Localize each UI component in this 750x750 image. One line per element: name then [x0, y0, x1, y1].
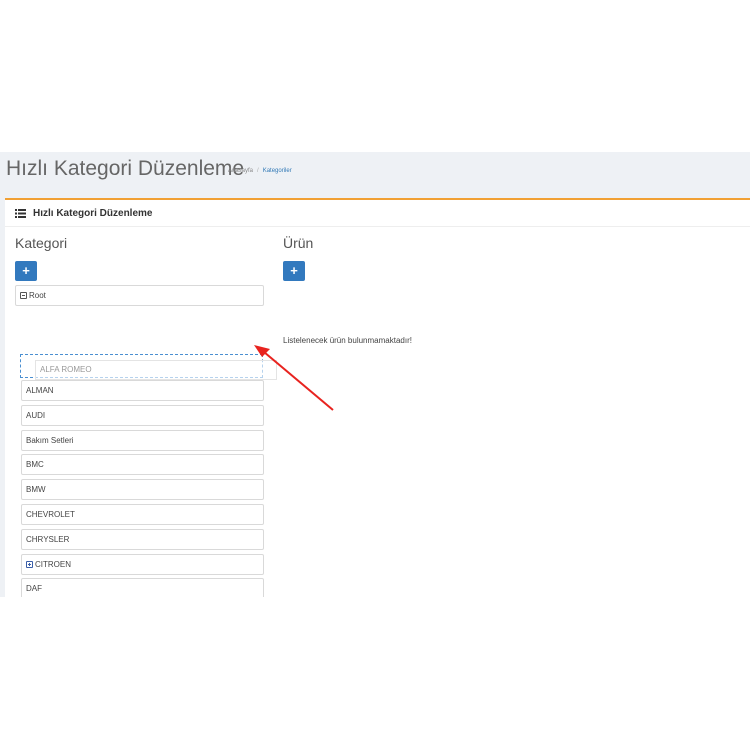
add-product-button[interactable]: +	[283, 261, 305, 281]
category-list-item[interactable]: Bakım Setleri	[21, 429, 264, 451]
breadcrumb-separator: /	[257, 168, 259, 174]
portlet-header: Hızlı Kategori Düzenleme	[5, 200, 750, 227]
category-list-item[interactable]: AUDI	[21, 404, 264, 426]
category-item-label: BMW	[26, 485, 46, 495]
list-icon	[15, 209, 26, 218]
collapse-icon[interactable]	[20, 292, 27, 299]
category-item-label: DAF	[26, 584, 42, 594]
portlet-title: Hızlı Kategori Düzenleme	[33, 208, 153, 219]
category-list-item[interactable]: CHEVROLET	[21, 504, 264, 525]
urun-title: Ürün	[283, 235, 314, 251]
app-screenshot: Hızlı Kategori Düzenleme Anasayfa / Katego…	[0, 152, 750, 597]
category-item-label: Bakım Setleri	[26, 435, 74, 445]
category-list-item[interactable]: BMW	[21, 479, 264, 501]
category-portlet: Hızlı Kategori Düzenleme Kategori + Root…	[5, 198, 750, 597]
category-list-item[interactable]: DAF	[21, 578, 264, 597]
category-list-item[interactable]: BMC	[21, 454, 264, 476]
add-category-button[interactable]: +	[15, 261, 37, 281]
breadcrumb: Anasayfa / Kategoriler	[228, 168, 292, 174]
dragging-item-label: ALFA ROMEO	[40, 365, 92, 374]
tree-root-item[interactable]: Root	[15, 285, 264, 306]
category-list-item[interactable]: CHRYSLER	[21, 528, 264, 550]
category-item-label: BMC	[26, 460, 44, 470]
kategori-title: Kategori	[15, 235, 68, 251]
page-header: Hızlı Kategori Düzenleme Anasayfa / Katego…	[0, 152, 750, 198]
category-list-item[interactable]: ALMAN	[21, 380, 264, 401]
page-title: Hızlı Kategori Düzenleme	[6, 157, 245, 180]
tree-root-label: Root	[29, 291, 46, 300]
category-item-label: CHRYSLER	[26, 534, 70, 544]
breadcrumb-home-link[interactable]: Anasayfa	[228, 168, 253, 174]
category-list-item[interactable]: CITROEN	[21, 553, 264, 575]
dragging-item[interactable]: ALFA ROMEO	[35, 360, 277, 380]
empty-product-message: Listelenecek ürün bulunmamaktadır!	[283, 336, 412, 345]
breadcrumb-current-link[interactable]: Kategoriler	[263, 168, 292, 174]
category-item-label: CHEVROLET	[26, 510, 75, 519]
category-item-label: AUDI	[26, 410, 46, 420]
category-item-label: ALMAN	[26, 386, 54, 395]
expand-icon[interactable]	[26, 560, 33, 568]
category-item-label: CITROEN	[35, 559, 71, 569]
